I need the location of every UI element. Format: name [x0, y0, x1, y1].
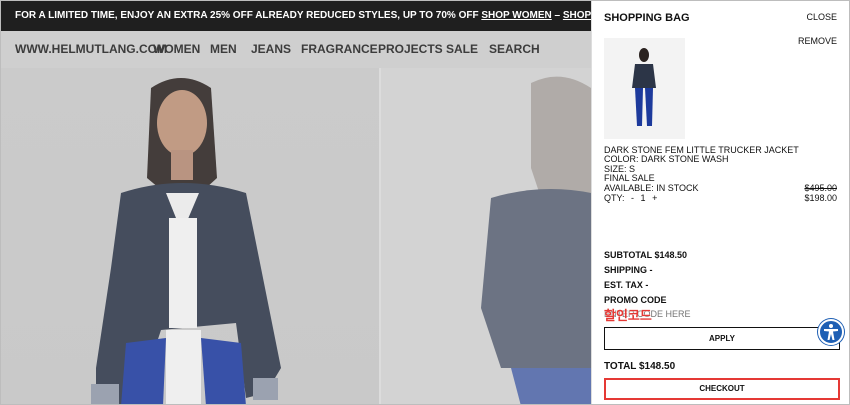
order-total: TOTAL $148.50 — [604, 361, 676, 372]
availability-status: AVAILABLE: IN STOCK — [604, 183, 699, 193]
hero-secondary-image[interactable] — [381, 68, 591, 404]
qty-value: 1 — [640, 193, 646, 203]
accessibility-figure-icon — [824, 324, 838, 340]
promo-code-field[interactable]: 할인코드 — [604, 307, 840, 323]
subtotal-line: SUBTOTAL $148.50 — [604, 250, 688, 260]
nav-item-projects[interactable]: PROJECTS — [378, 31, 443, 68]
apply-promo-button[interactable]: APPLY — [604, 327, 840, 350]
product-color: COLOR: DARK STONE WASH — [604, 154, 729, 164]
est-tax-line: EST. TAX - — [604, 280, 649, 290]
promo-banner: FOR A LIMITED TIME, ENJOY AN EXTRA 25% O… — [1, 1, 616, 31]
qty-decrease-button[interactable]: - — [631, 193, 634, 203]
original-price: $495.00 — [804, 183, 837, 193]
shop-women-link[interactable]: SHOP WOMEN — [481, 10, 551, 21]
nav-item-women[interactable]: WOMEN — [153, 31, 200, 68]
promo-code-annotation: 할인코드 — [604, 308, 652, 323]
product-thumbnail-image — [604, 38, 685, 139]
main-nav: WWW.HELMUTLANG.COM WOMEN MEN JEANS FRAGR… — [1, 31, 591, 68]
site-logo-link[interactable]: WWW.HELMUTLANG.COM — [15, 31, 167, 68]
promo-banner-text: FOR A LIMITED TIME, ENJOY AN EXTRA 25% O… — [15, 10, 482, 21]
accessibility-icon[interactable] — [818, 319, 844, 345]
promo-code-label: PROMO CODE — [604, 295, 667, 305]
bag-title: SHOPPING BAG — [604, 12, 690, 24]
qty-label: QTY: — [604, 193, 625, 203]
hero-model-image[interactable] — [1, 68, 379, 404]
qty-increase-button[interactable]: + — [652, 193, 657, 203]
product-thumbnail[interactable] — [604, 38, 685, 139]
remove-item-button[interactable]: REMOVE — [798, 36, 837, 46]
shipping-line: SHIPPING - — [604, 265, 653, 275]
promo-separator: – — [551, 10, 563, 21]
nav-item-sale[interactable]: SALE — [446, 31, 478, 68]
shopping-bag-panel: SHOPPING BAG CLOSE REMOVE DARK STONE FEM… — [591, 1, 849, 404]
final-sale-label: FINAL SALE — [604, 173, 655, 183]
nav-item-search[interactable]: SEARCH — [489, 31, 540, 68]
sale-price: $198.00 — [804, 193, 837, 203]
quantity-stepper: QTY: - 1 + — [604, 193, 657, 203]
model-illustration — [91, 78, 281, 404]
hero-image-area[interactable] — [1, 68, 591, 404]
nav-item-jeans[interactable]: JEANS — [251, 31, 291, 68]
bag-close-button[interactable]: CLOSE — [806, 12, 837, 22]
nav-item-men[interactable]: MEN — [210, 31, 237, 68]
nav-item-fragrance[interactable]: FRAGRANCE — [301, 31, 378, 68]
model-back-illustration — [481, 76, 591, 404]
page-frame: FOR A LIMITED TIME, ENJOY AN EXTRA 25% O… — [0, 0, 850, 405]
checkout-button[interactable]: CHECKOUT — [604, 378, 840, 400]
